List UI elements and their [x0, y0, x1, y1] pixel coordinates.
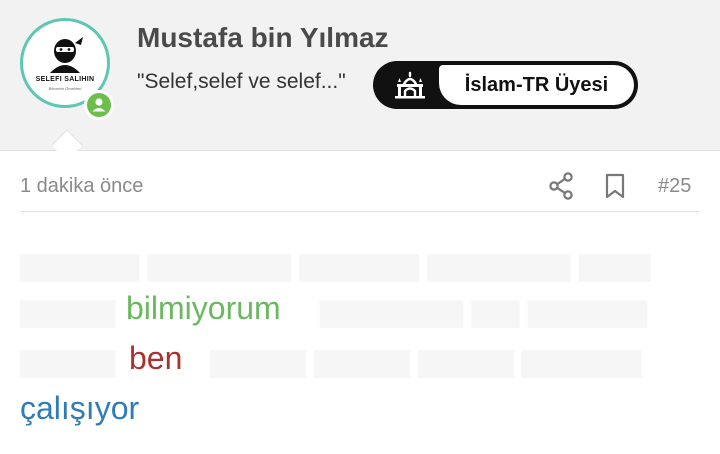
mosque-icon	[395, 71, 425, 99]
faded-text-line: ▆▆▆▆	[20, 342, 116, 377]
member-badge-label-pill: İslam-TR Üyesi	[439, 65, 634, 105]
bookmark-icon[interactable]	[604, 173, 626, 199]
member-badge[interactable]: İslam-TR Üyesi	[373, 61, 638, 109]
faded-text-line: ▆▆▆▆▆ ▆▆▆▆▆▆ ▆▆▆▆▆ ▆▆▆▆▆▆ ▆▆▆	[20, 246, 651, 281]
faded-text-line: ▆▆▆▆	[20, 292, 116, 327]
faded-text-line: ▆▆▆▆ ▆▆▆▆ ▆▆▆▆ ▆▆▆▆▆	[210, 342, 642, 377]
username[interactable]: Mustafa bin Yılmaz	[137, 22, 389, 54]
avatar-container[interactable]: SELEFI SALIHIN Bilmenin Örnekleri	[20, 18, 116, 120]
faded-text-line: ▆▆▆▆▆▆ ▆▆ ▆▆▆▆▆	[320, 292, 648, 327]
highlighted-word-green: bilmiyorum	[126, 290, 281, 326]
highlighted-word-blue: çalışıyor	[20, 390, 140, 426]
post-header: SELEFI SALIHIN Bilmenin Örnekleri Mustaf…	[0, 0, 720, 151]
user-icon	[92, 98, 106, 112]
online-status-badge	[84, 90, 114, 120]
post-timestamp[interactable]: 1 dakika önce	[20, 175, 143, 198]
user-status-text: "Selef,selef ve selef..."	[137, 70, 346, 93]
highlighted-word-red: ben	[129, 340, 183, 376]
avatar-logo-title: SELEFI SALIHIN	[35, 76, 95, 83]
meta-divider	[20, 211, 700, 212]
share-icon[interactable]	[548, 172, 574, 200]
member-badge-label: İslam-TR Üyesi	[464, 73, 609, 96]
post-number-link[interactable]: #25	[658, 175, 691, 198]
